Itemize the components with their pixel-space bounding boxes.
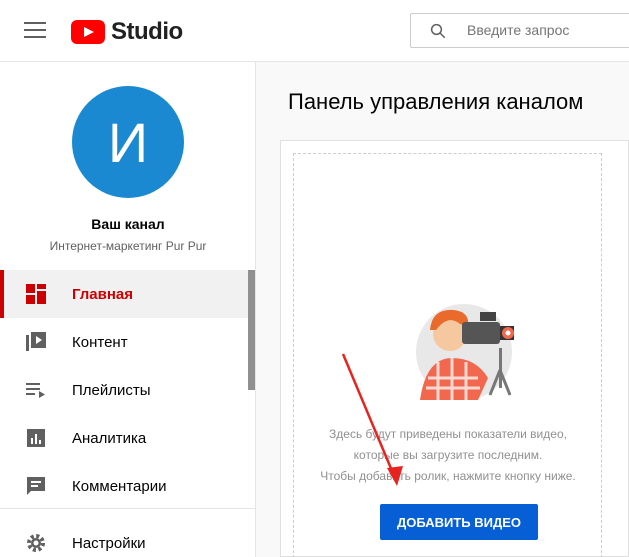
sidebar-item-label: Плейлисты (72, 381, 151, 399)
youtube-play-icon (71, 20, 105, 44)
top-bar: Studio (0, 0, 629, 62)
sidebar-item-dashboard[interactable]: Главная (0, 270, 248, 318)
studio-logo[interactable]: Studio (71, 18, 183, 46)
channel-subtitle: Интернет-маркетинг Pur Pur (49, 239, 207, 253)
empty-state: Здесь будут приведены показатели видео, … (293, 153, 602, 557)
latest-video-card: Здесь будут приведены показатели видео, … (280, 140, 629, 557)
sidebar-item-label: Аналитика (72, 429, 147, 447)
sidebar-item-playlists[interactable]: Плейлисты (0, 366, 248, 414)
sidebar-item-analytics[interactable]: Аналитика (0, 414, 248, 462)
sidebar-item-label: Главная (72, 285, 134, 303)
logo-text: Studio (111, 18, 183, 45)
sidebar-item-settings[interactable]: Настройки (0, 519, 248, 557)
empty-state-line: Здесь будут приведены показатели видео, (329, 427, 567, 441)
search-box[interactable] (410, 13, 629, 48)
search-input[interactable] (467, 22, 629, 38)
empty-state-line: которые вы загрузите последним. (353, 448, 543, 462)
content-icon (26, 332, 46, 351)
settings-icon (27, 534, 45, 552)
search-icon[interactable] (429, 22, 447, 40)
channel-name: Ваш канал (91, 216, 165, 232)
sidebar: И Ваш канал Интернет-маркетинг Pur Pur Г… (0, 62, 256, 557)
sidebar-item-content[interactable]: Контент (0, 318, 248, 366)
analytics-icon (27, 429, 45, 447)
cameraman-illustration-icon (416, 304, 514, 400)
sidebar-item-label: Контент (72, 333, 128, 351)
sidebar-item-label: Комментарии (72, 477, 167, 495)
sidebar-divider (0, 508, 256, 509)
sidebar-item-comments[interactable]: Комментарии (0, 462, 248, 510)
empty-state-line: Чтобы добавить ролик, нажмите кнопку ниж… (320, 469, 576, 483)
page-title: Панель управления каналом (288, 89, 584, 114)
menu-icon[interactable] (24, 22, 46, 40)
dashboard-icon (26, 284, 46, 304)
sidebar-item-label: Настройки (72, 534, 146, 552)
sidebar-scrollbar[interactable] (248, 270, 255, 390)
avatar[interactable]: И (72, 86, 184, 198)
add-video-button[interactable]: ДОБАВИТЬ ВИДЕО (380, 504, 538, 540)
empty-state-text: Здесь будут приведены показатели видео, … (302, 424, 594, 487)
playlists-icon (26, 383, 45, 398)
comments-icon (27, 477, 45, 495)
